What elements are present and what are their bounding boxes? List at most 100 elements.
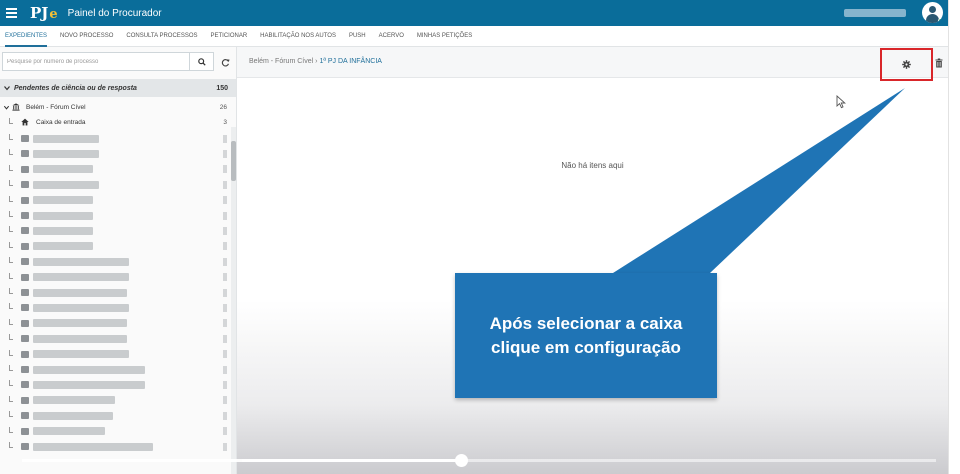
redacted-folder-label (33, 334, 127, 343)
home-icon (21, 118, 29, 126)
folder-icon (21, 196, 29, 204)
search-button[interactable] (189, 53, 213, 70)
sidebar: Pendentes de ciência ou de resposta 150 … (0, 47, 237, 474)
redacted-folder-row[interactable] (0, 239, 236, 254)
redacted-folder-label (33, 350, 129, 359)
redacted-folder-row[interactable] (0, 177, 236, 192)
pje-logo[interactable]: PJ e (30, 4, 58, 22)
redacted-folder-row[interactable] (0, 362, 236, 377)
folder-icon (21, 304, 29, 312)
user-name-redacted (844, 9, 906, 17)
refresh-button[interactable] (219, 56, 231, 68)
folder-icon (21, 396, 29, 404)
redacted-folder-row[interactable] (0, 408, 236, 423)
redacted-folder-row[interactable] (0, 439, 236, 454)
redacted-folder-label (33, 365, 145, 374)
sidebar-scrollbar[interactable] (231, 127, 236, 474)
top-header: PJ e Painel do Procurador (0, 0, 948, 26)
tree-connector (9, 226, 13, 233)
breadcrumb-base[interactable]: Belém - Fórum Cível (249, 58, 313, 65)
app-title: Painel do Procurador (67, 7, 162, 19)
chevron-down-icon (3, 105, 10, 110)
redacted-folder-label (33, 288, 127, 297)
redacted-folder-row[interactable] (0, 223, 236, 238)
redacted-folder-label (33, 427, 105, 436)
delete-button[interactable] (934, 57, 944, 68)
tab-novo-processo[interactable]: NOVO PROCESSO (60, 26, 113, 47)
redacted-folder-label (33, 257, 129, 266)
redacted-folder-label (33, 134, 99, 143)
folder-icon (21, 427, 29, 435)
callout-line-2: clique em configuração (491, 337, 681, 357)
tree-connector (9, 303, 13, 310)
redacted-folder-row[interactable] (0, 316, 236, 331)
folder-icon (21, 412, 29, 420)
redacted-folder-count (223, 319, 227, 328)
chevron-down-icon (4, 86, 10, 91)
redacted-folder-label (33, 411, 113, 420)
redacted-folder-label (33, 180, 99, 189)
video-progress-bar[interactable] (22, 454, 936, 467)
redacted-folder-label (33, 211, 93, 220)
redacted-folder-count (223, 396, 227, 405)
redacted-folder-count (223, 180, 227, 189)
redacted-folder-row[interactable] (0, 377, 236, 392)
tab-push[interactable]: PUSH (349, 26, 366, 47)
folder-icon (21, 319, 29, 327)
redacted-folder-row[interactable] (0, 146, 236, 161)
redacted-folder-row[interactable] (0, 270, 236, 285)
redacted-folder-count (223, 380, 227, 389)
redacted-folder-row[interactable] (0, 131, 236, 146)
logo-text: PJ (30, 4, 49, 22)
search-input[interactable] (3, 53, 189, 70)
folder-icon (21, 366, 29, 373)
tree-connector (9, 334, 13, 341)
breadcrumb-separator: › (315, 58, 318, 65)
pending-section-header[interactable]: Pendentes de ciência ou de resposta 150 (0, 79, 236, 97)
redacted-folder-row[interactable] (0, 347, 236, 362)
redacted-folder-row[interactable] (0, 208, 236, 223)
user-avatar-icon[interactable] (922, 2, 943, 23)
callout-pointer (613, 88, 905, 273)
redacted-folder-label (33, 303, 129, 312)
search-icon (197, 57, 206, 66)
settings-button-highlight[interactable] (880, 48, 933, 81)
redacted-folder-row[interactable] (0, 424, 236, 439)
video-scrubber-handle[interactable] (455, 454, 468, 467)
tab-expedientes[interactable]: EXPEDIENTES (5, 26, 48, 47)
tab-consulta-processos[interactable]: CONSULTA PROCESSOS (126, 26, 197, 47)
window-scrollbar-gutter[interactable] (948, 0, 960, 474)
hamburger-menu-icon[interactable] (6, 0, 24, 26)
tree-inbox-row[interactable]: Caixa de entrada 3 (0, 115, 236, 130)
folder-icon (21, 150, 29, 158)
location-label: Belém - Fórum Cível (26, 104, 86, 111)
redacted-folder-count (223, 257, 227, 266)
tab-acervo[interactable]: ACERVO (379, 26, 404, 47)
redacted-folder-row[interactable] (0, 285, 236, 300)
tree-connector (9, 442, 13, 448)
courthouse-icon (12, 103, 20, 111)
redacted-folder-count (223, 226, 227, 235)
redacted-folder-label (33, 442, 153, 451)
redacted-folder-count (223, 365, 227, 374)
tree-location-row[interactable]: Belém - Fórum Cível 26 (0, 100, 236, 115)
online-status-icon (938, 18, 943, 23)
tab-habilitacao-nos-autos[interactable]: HABILITAÇÃO NOS AUTOS (260, 26, 336, 47)
redacted-folder-row[interactable] (0, 331, 236, 346)
redacted-folder-row[interactable] (0, 193, 236, 208)
tab-peticionar[interactable]: PETICIONAR (211, 26, 248, 47)
pending-section-count: 150 (216, 84, 228, 92)
tab-minhas-peticoes[interactable]: MINHAS PETIÇÕES (417, 26, 472, 47)
main-nav: EXPEDIENTES NOVO PROCESSO CONSULTA PROCE… (0, 26, 948, 47)
redacted-folder-row[interactable] (0, 254, 236, 269)
sidebar-scrollbar-thumb[interactable] (231, 141, 236, 181)
redacted-folder-count (223, 242, 227, 251)
tree-connector (9, 426, 13, 433)
folder-icon (21, 135, 29, 142)
logo-suffix: e (49, 7, 58, 22)
redacted-folder-row[interactable] (0, 393, 236, 408)
redacted-folder-label (33, 319, 127, 328)
redacted-folder-row[interactable] (0, 162, 236, 177)
refresh-icon (221, 58, 230, 66)
redacted-folder-row[interactable] (0, 300, 236, 315)
